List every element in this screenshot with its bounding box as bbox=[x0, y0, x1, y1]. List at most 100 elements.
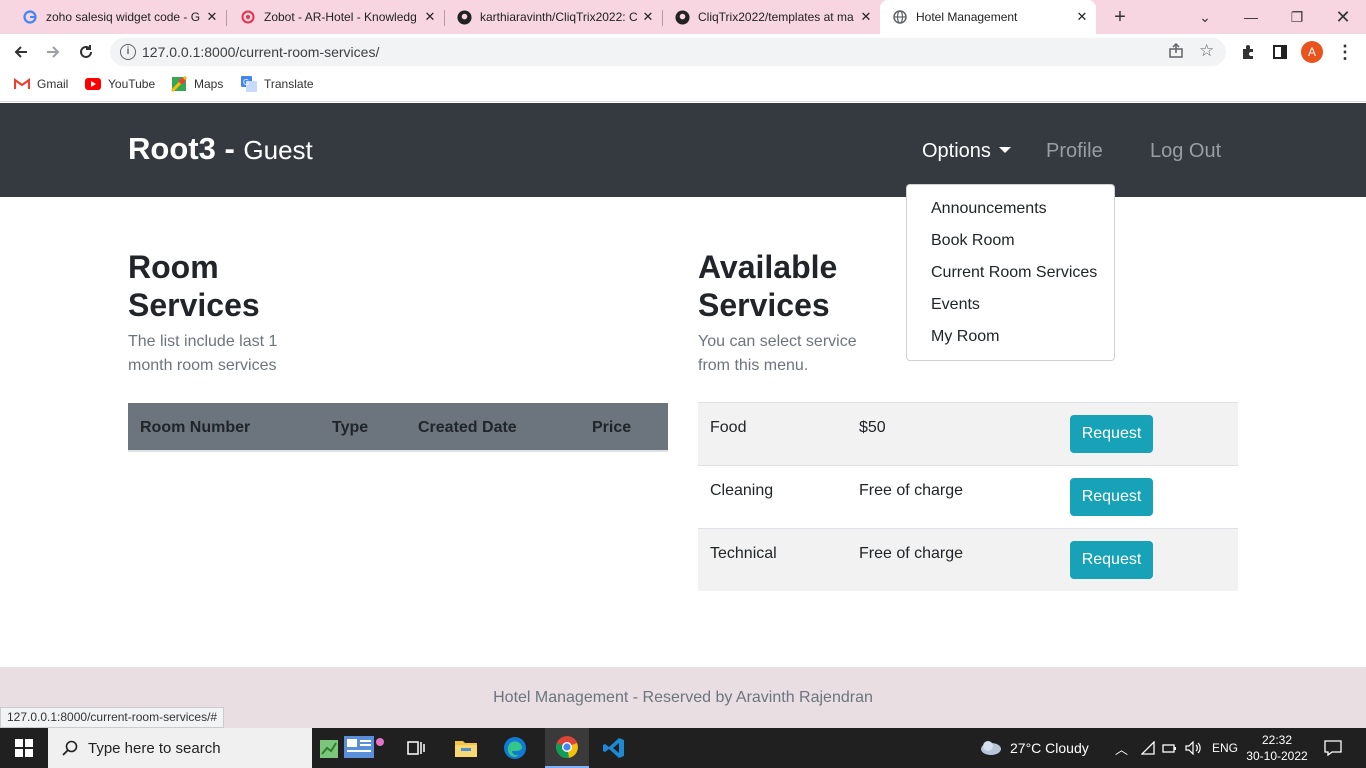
globe-icon bbox=[892, 9, 908, 25]
search-icon bbox=[62, 740, 78, 756]
table-row: Technical Free of charge Request bbox=[698, 528, 1238, 591]
windows-start-icon[interactable] bbox=[10, 734, 38, 762]
column-header-type: Type bbox=[332, 419, 369, 436]
close-icon[interactable]: ✕ bbox=[640, 9, 656, 25]
dropdown-item-events[interactable]: Events bbox=[907, 289, 1114, 321]
tab-title: CliqTrix2022/templates at ma bbox=[698, 10, 854, 24]
close-icon[interactable]: ✕ bbox=[204, 9, 220, 25]
volume-icon[interactable] bbox=[1185, 728, 1203, 768]
brand-role: Guest bbox=[243, 135, 313, 165]
service-price: $50 bbox=[859, 419, 886, 436]
reload-icon[interactable] bbox=[75, 42, 97, 62]
weather-widget[interactable]: 27°C Cloudy bbox=[978, 728, 1089, 768]
extensions-icon[interactable] bbox=[1237, 42, 1259, 62]
close-icon[interactable]: ✕ bbox=[422, 9, 438, 25]
search-placeholder: Type here to search bbox=[88, 739, 221, 757]
zoho-icon bbox=[240, 9, 256, 25]
clock-time: 22:32 bbox=[1261, 733, 1293, 747]
bookmark-translate[interactable]: G Translate bbox=[241, 76, 314, 92]
options-dropdown-toggle[interactable]: Options bbox=[922, 140, 1011, 163]
browser-tab-4[interactable]: CliqTrix2022/templates at ma ✕ bbox=[662, 0, 880, 34]
brand-separator: - bbox=[215, 131, 244, 166]
brand-name: Root3 bbox=[128, 131, 216, 166]
restore-button[interactable]: ❐ bbox=[1274, 0, 1320, 34]
request-button[interactable]: Request bbox=[1070, 478, 1153, 516]
file-explorer-icon[interactable] bbox=[452, 734, 480, 762]
chrome-taskbar-icon[interactable] bbox=[545, 728, 589, 768]
available-services-table: Food $50 Request Cleaning Free of charge… bbox=[698, 402, 1238, 591]
gmail-icon bbox=[14, 77, 30, 91]
bookmark-maps[interactable]: Maps bbox=[171, 76, 223, 92]
column-header-price: Price bbox=[592, 419, 632, 436]
show-hidden-icons[interactable]: ︿ bbox=[1115, 728, 1128, 768]
language-indicator[interactable]: ENG bbox=[1212, 728, 1238, 768]
site-info-icon[interactable]: i bbox=[120, 44, 136, 60]
taskbar-search-box[interactable]: Type here to search bbox=[48, 728, 312, 768]
browser-tab-2[interactable]: Zobot - AR-Hotel - Knowledg ✕ bbox=[226, 0, 444, 34]
options-label: Options bbox=[922, 140, 991, 162]
edge-icon[interactable] bbox=[501, 734, 529, 762]
table-row: Cleaning Free of charge Request bbox=[698, 465, 1238, 528]
service-name: Cleaning bbox=[710, 482, 774, 499]
column-header-created-date: Created Date bbox=[418, 419, 517, 436]
room-services-title: Room Services bbox=[128, 248, 260, 324]
title-line: Services bbox=[128, 287, 260, 323]
side-panel-icon[interactable] bbox=[1269, 42, 1291, 62]
bookmarks-bar: Gmail YouTube Maps G Translate bbox=[0, 70, 1366, 102]
options-dropdown-menu: Announcements Book Room Current Room Ser… bbox=[906, 184, 1115, 361]
cloud-icon bbox=[978, 740, 1002, 756]
service-price: Free of charge bbox=[859, 545, 964, 562]
profile-link[interactable]: Profile bbox=[1046, 140, 1103, 163]
svg-text:G: G bbox=[243, 78, 249, 87]
window-close-button[interactable]: ✕ bbox=[1320, 0, 1366, 34]
request-button[interactable]: Request bbox=[1070, 541, 1153, 579]
dropdown-item-current-room-services[interactable]: Current Room Services bbox=[907, 257, 1114, 289]
dropdown-item-book-room[interactable]: Book Room bbox=[907, 225, 1114, 257]
share-icon[interactable] bbox=[1168, 42, 1184, 64]
bookmark-gmail[interactable]: Gmail bbox=[14, 77, 68, 91]
dropdown-item-announcements[interactable]: Announcements bbox=[907, 193, 1114, 225]
youtube-icon bbox=[85, 77, 101, 91]
maps-icon bbox=[171, 76, 187, 92]
room-services-table-header: Room Number Type Created Date Price bbox=[128, 403, 668, 452]
dropdown-item-my-room[interactable]: My Room bbox=[907, 321, 1114, 353]
network-icon[interactable] bbox=[1141, 728, 1155, 768]
vscode-icon[interactable] bbox=[600, 734, 628, 762]
back-icon[interactable] bbox=[10, 42, 32, 62]
task-view-icon[interactable] bbox=[402, 734, 430, 762]
taskbar-clock[interactable]: 22:32 30-10-2022 bbox=[1246, 732, 1308, 764]
bookmark-star-icon[interactable]: ☆ bbox=[1199, 41, 1214, 61]
profile-avatar[interactable]: A bbox=[1301, 41, 1323, 63]
windows-taskbar: Type here to search 27°C Cloudy ︿ ENG 22… bbox=[0, 728, 1366, 768]
browser-tab-active[interactable]: Hotel Management ✕ bbox=[880, 0, 1096, 34]
subtitle-line: from this menu. bbox=[698, 357, 809, 374]
browser-tab-1[interactable]: zoho salesiq widget code - G ✕ bbox=[0, 0, 226, 34]
browser-tab-strip: zoho salesiq widget code - G ✕ Zobot - A… bbox=[0, 0, 1366, 34]
browser-tab-3[interactable]: karthiaravinth/CliqTrix2022: C ✕ bbox=[444, 0, 662, 34]
weather-text: 27°C Cloudy bbox=[1010, 740, 1089, 756]
site-navbar: Root3 - Guest Options Profile Log Out bbox=[0, 103, 1366, 197]
tab-title: Zobot - AR-Hotel - Knowledg bbox=[264, 10, 417, 24]
url-text[interactable]: 127.0.0.1:8000/current-room-services/ bbox=[142, 44, 379, 60]
minimize-button[interactable]: — bbox=[1228, 0, 1274, 34]
close-icon[interactable]: ✕ bbox=[1074, 9, 1090, 25]
service-price: Free of charge bbox=[859, 482, 964, 499]
title-line: Room bbox=[128, 249, 219, 285]
forward-icon[interactable] bbox=[42, 42, 64, 62]
request-button[interactable]: Request bbox=[1070, 415, 1153, 453]
column-header-room-number: Room Number bbox=[140, 419, 251, 436]
bookmark-youtube[interactable]: YouTube bbox=[85, 77, 155, 91]
new-tab-button[interactable]: + bbox=[1108, 6, 1132, 29]
github-icon bbox=[674, 9, 690, 25]
battery-icon[interactable] bbox=[1162, 728, 1176, 768]
notifications-icon[interactable] bbox=[1324, 728, 1342, 768]
footer-text: Hotel Management - Reserved by Aravinth … bbox=[493, 689, 873, 706]
more-menu-icon[interactable]: ⋮ bbox=[1334, 42, 1356, 62]
brand[interactable]: Root3 - Guest bbox=[128, 131, 313, 167]
news-widget-icon[interactable] bbox=[316, 734, 392, 762]
close-icon[interactable]: ✕ bbox=[858, 9, 874, 25]
title-line: Services bbox=[698, 287, 830, 323]
address-bar[interactable]: i 127.0.0.1:8000/current-room-services/ … bbox=[110, 38, 1226, 66]
tab-search-icon[interactable]: ⌄ bbox=[1182, 0, 1228, 34]
logout-link[interactable]: Log Out bbox=[1150, 140, 1221, 163]
